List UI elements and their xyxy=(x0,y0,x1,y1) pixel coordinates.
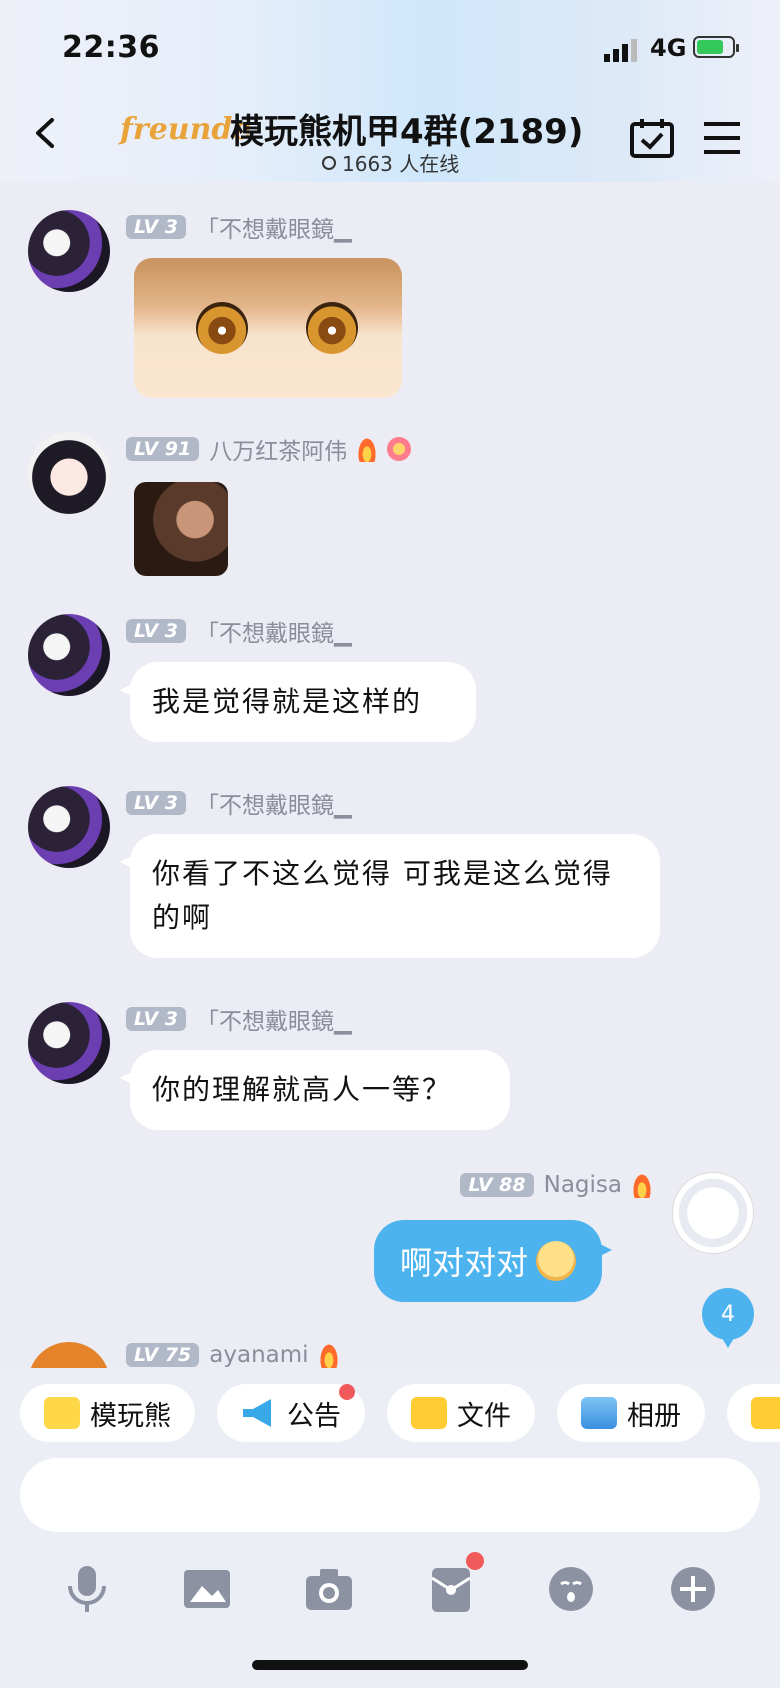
shortcut-label: 模玩熊 xyxy=(90,1400,171,1432)
sender-meta: LV 91 八万红茶阿伟 xyxy=(126,432,412,466)
menu-icon[interactable] xyxy=(702,120,742,156)
notification-dot xyxy=(339,1384,355,1400)
sender-name[interactable]: ayanami xyxy=(209,1342,308,1368)
image-icon[interactable] xyxy=(182,1564,232,1614)
sender-name[interactable]: 「不想戴眼鏡▁ xyxy=(196,1002,352,1036)
avatar[interactable] xyxy=(28,432,110,514)
sender-name[interactable]: 「不想戴眼鏡▁ xyxy=(196,614,352,648)
photo-image[interactable] xyxy=(134,482,228,576)
smiley-emoji-icon xyxy=(536,1241,576,1281)
signal-icon xyxy=(604,39,637,62)
flower-icon xyxy=(387,437,412,461)
level-badge: LV 75 xyxy=(126,1343,200,1367)
sender-meta: LV 3 「不想戴眼鏡▁ xyxy=(126,614,352,648)
sticker-image[interactable] xyxy=(134,258,402,398)
avatar[interactable] xyxy=(28,210,110,292)
message-bubble[interactable]: 我是觉得就是这样的 xyxy=(120,662,476,742)
level-badge: LV 3 xyxy=(126,619,187,643)
avatar[interactable] xyxy=(28,1002,110,1084)
level-badge: LV 88 xyxy=(460,1173,534,1197)
sender-meta: LV 3 「不想戴眼鏡▁ xyxy=(126,210,352,244)
network-type: 4G xyxy=(650,34,687,62)
shortcut-chip[interactable]: 文件 xyxy=(387,1384,535,1442)
red-packet-icon[interactable] xyxy=(426,1564,476,1614)
back-icon[interactable] xyxy=(30,116,64,150)
sender-name[interactable]: 「不想戴眼鏡▁ xyxy=(196,210,352,244)
microphone-icon[interactable] xyxy=(62,1564,112,1614)
megaphone-icon xyxy=(243,1399,271,1427)
sender-meta: LV 75 ayanami xyxy=(126,1342,339,1368)
calendar-check-icon[interactable] xyxy=(630,118,674,158)
message-bubble[interactable]: 你看了不这么觉得 可我是这么觉得的啊 xyxy=(120,834,660,958)
status-time: 22:36 xyxy=(62,30,160,65)
message-input[interactable] xyxy=(20,1458,760,1532)
unread-count-badge[interactable]: 4 xyxy=(702,1288,754,1348)
group-title[interactable]: 模玩熊机甲4群(2189) xyxy=(230,104,583,153)
fire-icon xyxy=(357,436,378,462)
album-icon xyxy=(581,1397,617,1429)
level-badge: LV 3 xyxy=(126,791,187,815)
panda-icon xyxy=(44,1397,80,1429)
message-bubble[interactable]: 啊对对对 xyxy=(373,1220,613,1302)
input-toolbar xyxy=(0,1550,780,1630)
shortcut-chip[interactable]: 相册 xyxy=(557,1384,705,1442)
sender-meta: LV 3 「不想戴眼鏡▁ xyxy=(126,786,352,820)
fire-icon xyxy=(632,1172,652,1198)
shortcut-chip[interactable]: 模玩熊 xyxy=(20,1384,195,1442)
level-badge: LV 91 xyxy=(126,437,200,461)
shortcut-label: 文件 xyxy=(457,1400,511,1432)
avatar[interactable] xyxy=(672,1172,754,1254)
avatar[interactable] xyxy=(28,614,110,696)
sender-name[interactable]: 「不想戴眼鏡▁ xyxy=(196,786,352,820)
online-icon xyxy=(322,155,336,170)
avatar[interactable] xyxy=(28,786,110,868)
shortcut-label: 公告 xyxy=(287,1400,341,1432)
sender-meta: LV 3 「不想戴眼鏡▁ xyxy=(126,1002,352,1036)
level-badge: LV 3 xyxy=(126,215,187,239)
online-count: 1663 人在线 xyxy=(322,148,459,177)
shortcut-label: 相册 xyxy=(627,1400,681,1432)
shortcut-chip[interactable] xyxy=(727,1384,780,1442)
notification-dot xyxy=(466,1552,484,1570)
sender-meta: LV 88 Nagisa xyxy=(460,1172,652,1198)
input-panel: 模玩熊 公告 文件 相册 xyxy=(0,1368,780,1688)
folder-icon xyxy=(411,1397,447,1429)
plus-icon[interactable] xyxy=(668,1564,718,1614)
level-badge: LV 3 xyxy=(126,1007,187,1031)
sender-name[interactable]: 八万红茶阿伟 xyxy=(209,432,347,466)
battery-icon xyxy=(693,36,739,58)
more-shortcut-icon xyxy=(751,1397,780,1429)
shortcut-chip[interactable]: 公告 xyxy=(217,1384,365,1442)
chat-header: 22:36 4G freunde 模玩熊机甲4群(2189) 1663 人在线 xyxy=(0,0,780,182)
message-text: 啊对对对 xyxy=(399,1244,528,1282)
message-bubble[interactable]: 你的理解就高人一等？ xyxy=(120,1050,510,1130)
camera-icon[interactable] xyxy=(304,1564,354,1614)
sender-name[interactable]: Nagisa xyxy=(544,1172,622,1198)
fire-icon xyxy=(318,1342,339,1368)
shortcut-bar: 模玩熊 公告 文件 相册 xyxy=(20,1384,780,1442)
home-indicator[interactable] xyxy=(252,1660,528,1670)
emoji-icon[interactable] xyxy=(546,1564,596,1614)
online-text: 1663 人在线 xyxy=(342,152,460,176)
